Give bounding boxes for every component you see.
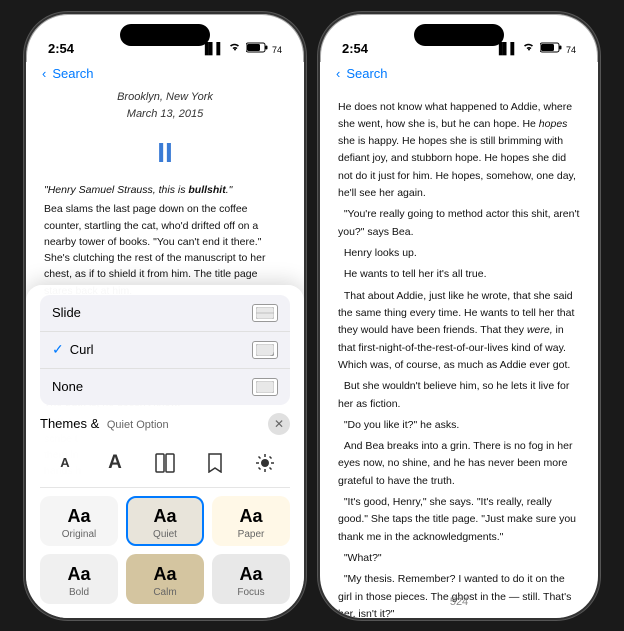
search-bar-right[interactable]: ‹ Search [320, 62, 598, 89]
theme-calm[interactable]: Aa Calm [126, 554, 204, 604]
themes-options-row: Themes & Quiet Option ✕ [40, 413, 290, 435]
theme-original-aa: Aa [67, 506, 90, 527]
right-para-2: "You're really going to method actor thi… [338, 206, 580, 241]
wifi-icon [228, 42, 242, 55]
wifi-icon-right [522, 42, 536, 55]
theme-grid: Aa Original Aa Quiet Aa [40, 496, 290, 604]
bookmark-button[interactable] [199, 447, 231, 479]
back-arrow-right[interactable]: ‹ [336, 66, 340, 81]
scroll-slide-label: Slide [52, 305, 81, 320]
scroll-options: Slide ✓ Curl [40, 295, 290, 405]
none-icon [252, 378, 278, 396]
close-button[interactable]: ✕ [268, 413, 290, 435]
book-header: Brooklyn, New York March 13, 2015 [44, 89, 286, 123]
theme-bold-label: Bold [69, 587, 89, 598]
right-para-6: But she wouldn't believe him, so he lets… [338, 378, 580, 413]
left-phone: 2:54 ▐▌▌ 74 ‹ Search [24, 12, 306, 620]
right-para-11: "My thesis. Remember? I wanted to do it … [338, 571, 580, 617]
theme-quiet[interactable]: Aa Quiet [126, 496, 204, 546]
status-icons-right: ▐▌▌ 74 [495, 42, 576, 56]
theme-bold[interactable]: Aa Bold [40, 554, 118, 604]
right-para-8: And Bea breaks into a grin. There is no … [338, 438, 580, 490]
right-phone: 2:54 ▐▌▌ 74 ‹ Search [318, 12, 600, 620]
book-para-1: "Henry Samuel Strauss, this is bullshit.… [44, 182, 286, 198]
battery-icon-right: 74 [540, 42, 576, 56]
right-phone-inner: 2:54 ▐▌▌ 74 ‹ Search [320, 14, 598, 618]
theme-quiet-aa: Aa [153, 506, 176, 527]
signal-icon-right: ▐▌▌ [495, 43, 518, 55]
right-phone-content: ‹ Search He does not know what happened … [320, 62, 598, 618]
font-size-increase-button[interactable]: A [99, 447, 131, 479]
theme-focus[interactable]: Aa Focus [212, 554, 290, 604]
theme-focus-aa: Aa [239, 564, 262, 585]
left-phone-content: ‹ Search Brooklyn, New York March 13, 20… [26, 62, 304, 618]
time-right: 2:54 [342, 41, 368, 56]
slide-icon [252, 304, 278, 322]
time-left: 2:54 [48, 41, 74, 56]
page-number: 524 [450, 596, 468, 608]
scroll-curl-label: Curl [70, 342, 94, 357]
scroll-option-curl[interactable]: ✓ Curl [40, 332, 290, 369]
book-text-right: He does not know what happened to Addie,… [320, 89, 598, 618]
themes-label: Themes & Quiet Option [40, 416, 169, 431]
theme-paper-aa: Aa [239, 506, 262, 527]
book-date: March 13, 2015 [44, 106, 286, 123]
theme-calm-label: Calm [153, 587, 176, 598]
columns-button[interactable] [149, 447, 181, 479]
overlay-panel: Slide ✓ Curl [26, 285, 304, 618]
chapter-number: II [44, 131, 286, 174]
scroll-none-label: None [52, 379, 83, 394]
search-bar-left[interactable]: ‹ Search [26, 62, 304, 89]
right-para-1: He does not know what happened to Addie,… [338, 99, 580, 203]
theme-bold-aa: Aa [67, 564, 90, 585]
right-para-3: Henry looks up. [338, 245, 580, 262]
theme-paper[interactable]: Aa Paper [212, 496, 290, 546]
left-phone-inner: 2:54 ▐▌▌ 74 ‹ Search [26, 14, 304, 618]
right-para-10: "What?" [338, 550, 580, 567]
search-label-right[interactable]: Search [346, 66, 387, 81]
theme-paper-label: Paper [238, 529, 265, 540]
status-icons-left: ▐▌▌ 74 [201, 42, 282, 56]
quiet-option-label: Quiet Option [107, 419, 169, 431]
font-size-decrease-button[interactable]: A [49, 447, 81, 479]
signal-icon: ▐▌▌ [201, 43, 224, 55]
scroll-option-slide[interactable]: Slide [40, 295, 290, 332]
theme-original-label: Original [62, 529, 96, 540]
phones-container: 2:54 ▐▌▌ 74 ‹ Search [14, 2, 610, 630]
search-label-left[interactable]: Search [52, 66, 93, 81]
dynamic-island-left [120, 24, 210, 46]
battery-icon: 74 [246, 42, 282, 56]
dynamic-island-right [414, 24, 504, 46]
theme-calm-aa: Aa [153, 564, 176, 585]
theme-quiet-label: Quiet [153, 529, 177, 540]
right-para-9: "It's good, Henry," she says. "It's real… [338, 494, 580, 546]
right-para-5: That about Addie, just like he wrote, th… [338, 288, 580, 375]
curl-checkmark: ✓ [52, 341, 64, 358]
right-para-7: "Do you like it?" he asks. [338, 417, 580, 434]
toolbar-row: A A [40, 441, 290, 488]
brightness-button[interactable] [249, 447, 281, 479]
curl-icon [252, 341, 278, 359]
back-arrow-left[interactable]: ‹ [42, 66, 46, 81]
theme-original[interactable]: Aa Original [40, 496, 118, 546]
scroll-option-none[interactable]: None [40, 369, 290, 405]
book-location: Brooklyn, New York [44, 89, 286, 106]
right-para-4: He wants to tell her it's all true. [338, 266, 580, 283]
theme-focus-label: Focus [237, 587, 264, 598]
